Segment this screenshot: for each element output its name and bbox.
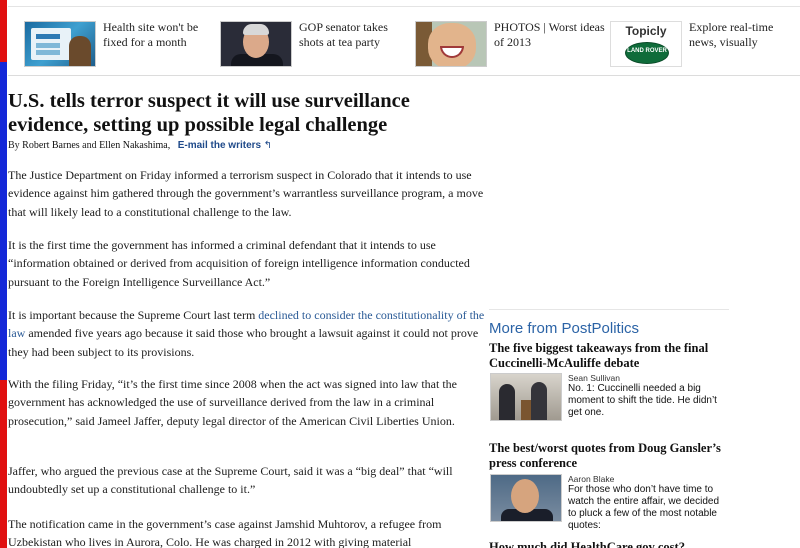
land-rover-logo-icon: LAND ROVER [625,42,669,64]
article-paragraph: Jaffer, who argued the previous case at … [8,464,453,497]
sidebar-story-desc: No. 1: Cuccinelli needed a big moment to… [568,383,717,418]
sidebar-divider [489,309,729,310]
article-headline: U.S. tells terror suspect it will use su… [8,90,410,136]
topicly-label: Topicly [625,24,667,38]
gansler-photo-thumbnail[interactable] [490,474,562,522]
left-edge-red-bar [0,0,7,62]
smiling-woman-thumbnail[interactable] [415,21,487,67]
byline-and: and [82,140,97,151]
promo-text[interactable]: GOP senator takes shots at tea party [299,20,411,49]
left-edge-red-bar-lower [0,380,7,548]
sidebar-story-author: Aaron Blake [568,474,615,484]
author-link[interactable]: Robert Barnes [22,140,80,151]
sidebar-title[interactable]: More from PostPolitics [489,320,639,337]
promo-text[interactable]: Health site won't be fixed for a month [103,20,215,49]
laptop-people-thumbnail[interactable] [24,21,96,67]
promo-strip: Health site won't be fixed for a month G… [8,6,800,76]
promo-text[interactable]: Explore real-time news, visually [689,20,800,49]
sidebar-story-headline[interactable]: The five biggest takeaways from the fina… [489,341,729,371]
email-writers-link[interactable]: E-mail the writers [178,140,261,151]
senator-portrait-thumbnail[interactable] [220,21,292,67]
promo-text[interactable]: PHOTOS | Worst ideas of 2013 [494,20,606,49]
reply-arrow-icon: ↰ [263,140,272,151]
byline-prefix: By [8,140,20,151]
byline: By Robert Barnes and Ellen Nakashima, E-… [8,140,272,151]
article-paragraph: The notification came in the government’… [8,517,442,548]
left-edge-blue-bar [0,62,7,380]
article-paragraph: With the filing Friday, “it’s the first … [8,377,457,428]
sidebar-story-headline[interactable]: The best/worst quotes from Doug Gansler’… [489,441,729,471]
sidebar-story-headline-partial[interactable]: How much did HealthCare.gov cost? [489,540,729,548]
article-paragraph: It is important because the Supreme Cour… [8,308,485,359]
article-paragraph: The Justice Department on Friday informe… [8,168,484,219]
author-link[interactable]: Ellen Nakashima, [99,140,170,151]
sidebar-story-desc: For those who don’t have time to watch t… [568,484,720,531]
debate-photo-thumbnail[interactable] [490,373,562,421]
article-paragraph: It is the first time the government has … [8,238,470,289]
sidebar-story-author: Sean Sullivan [568,373,620,383]
topicly-land-rover-ad[interactable]: Topicly LAND ROVER [610,21,682,67]
